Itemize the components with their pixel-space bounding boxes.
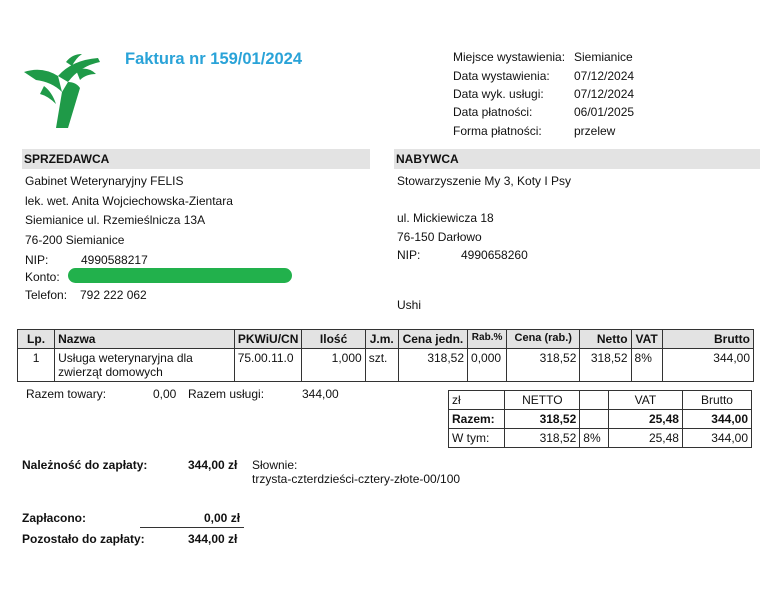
summary-header-row: zł NETTO VAT Brutto [447,390,753,410]
invoice-title: Faktura nr 159/01/2024 [125,50,303,68]
buyer-nip-label: NIP: [397,248,421,262]
cell-vat: 8% [630,348,663,382]
slownie-label: Słownie: [252,458,298,472]
razem-towary-label: Razem towary: [26,387,107,401]
razem-uslugi-value: 344,00 [302,387,339,401]
col-rab: Rab.% [467,329,508,349]
seller-telefon-label: Telefon: [25,288,68,302]
summary-wtym-label: W tym: [447,428,506,448]
buyer-name: Stowarzyszenie My 3, Koty I Psy [397,174,572,188]
summary-wtym-rate: 8% [579,428,609,448]
buyer-address-line2: 76-150 Darłowo [397,230,482,244]
zaplacono-label: Zapłacono: [22,511,87,525]
summary-rate-header [579,390,609,410]
buyer-note: Ushi [397,298,422,312]
summary-brutto-header: Brutto [681,390,753,410]
summary-razem-rate [579,409,609,429]
meta-label: Data wyk. usługi: [453,87,544,101]
zaplacono-value: 0,00 zł [204,511,241,525]
meta-label: Forma płatności: [453,124,542,138]
items-table: Lp. Nazwa PKWiU/CN Ilość J.m. Cena jedn.… [16,329,755,382]
cell-rab: 0,000 [467,348,508,382]
seller-telefon: 792 222 062 [80,288,147,302]
col-lp: Lp. [16,329,56,349]
seller-name: Gabinet Weterynaryjny FELIS [25,174,184,188]
buyer-nip: 4990658260 [461,248,528,262]
seller-header: SPRZEDAWCA [22,149,370,169]
summary-wtym-vat: 25,48 [607,428,683,448]
meta-value: Siemianice [574,50,633,64]
cell-nazwa: Usługa weterynaryjna dla zwierząt domowy… [54,348,235,382]
summary-netto-header: NETTO [504,390,581,410]
meta-value: 07/12/2024 [574,69,635,83]
seller-nip: 4990588217 [81,253,148,267]
cell-brutto: 344,00 [661,348,755,382]
seller-konto-label: Konto: [25,270,60,284]
cell-cena-rab: 318,52 [506,348,581,382]
seller-address-line2: 76-200 Siemianice [25,233,125,247]
summary-vat-header: VAT [607,390,683,410]
col-netto: Netto [579,329,632,349]
summary-razem-netto: 318,52 [504,409,581,429]
cell-cena: 318,52 [397,348,469,382]
col-vat: VAT [630,329,663,349]
naleznosc-value: 344,00 zł [188,458,238,472]
vat-summary-table: zł NETTO VAT Brutto Razem: 318,52 25,48 … [447,390,753,448]
meta-value: 07/12/2024 [574,87,635,101]
naleznosc-label: Należność do zapłaty: [22,458,148,472]
col-ilosc: Ilość [301,329,366,349]
razem-uslugi-label: Razem usługi: [188,387,265,401]
meta-value: 06/01/2025 [574,105,635,119]
seller-nip-label: NIP: [25,253,49,267]
veterinary-logo-icon [24,54,100,128]
seller-address-line1: Siemianice ul. Rzemieślnicza 13A [25,213,206,227]
cell-pkwiu: 75.00.11.0 [233,348,303,382]
summary-razem-label: Razem: [447,409,506,429]
summary-wtym-brutto: 344,00 [681,428,753,448]
seller-person: lek. wet. Anita Wojciechowska-Zientara [25,194,233,208]
col-cena: Cena jedn. [397,329,469,349]
summary-razem-brutto: 344,00 [681,409,753,429]
pozostalo-label: Pozostało do zapłaty: [22,532,145,546]
col-pkwiu: PKWiU/CN [233,329,303,349]
summary-wtym-netto: 318,52 [504,428,581,448]
redacted-account-number [68,268,292,283]
items-header-row: Lp. Nazwa PKWiU/CN Ilość J.m. Cena jedn.… [16,329,755,349]
cell-jm: szt. [364,348,399,382]
cell-lp: 1 [16,348,56,382]
summary-currency: zł [447,390,506,410]
summary-razem-vat: 25,48 [607,409,683,429]
col-cena-rab: Cena (rab.) [506,329,581,349]
payment-divider [140,527,244,528]
razem-towary-value: 0,00 [153,387,177,401]
pozostalo-value: 344,00 zł [188,532,238,546]
slownie-value: trzysta-czterdzieści-cztery-złote-00/100 [252,472,461,486]
cell-ilosc: 1,000 [301,348,366,382]
meta-label: Miejsce wystawienia: [453,50,566,64]
col-jm: J.m. [364,329,399,349]
col-brutto: Brutto [661,329,755,349]
buyer-header: NABYWCA [394,149,760,169]
meta-label: Data wystawienia: [453,69,550,83]
table-row: 1 Usługa weterynaryjna dla zwierząt domo… [16,348,755,382]
summary-razem-row: Razem: 318,52 25,48 344,00 [447,409,753,429]
buyer-address-line1: ul. Mickiewicza 18 [397,211,494,225]
meta-label: Data płatności: [453,105,533,119]
summary-wtym-row: W tym: 318,52 8% 25,48 344,00 [447,428,753,448]
cell-netto: 318,52 [579,348,632,382]
meta-value: przelew [574,124,616,138]
col-nazwa: Nazwa [54,329,235,349]
